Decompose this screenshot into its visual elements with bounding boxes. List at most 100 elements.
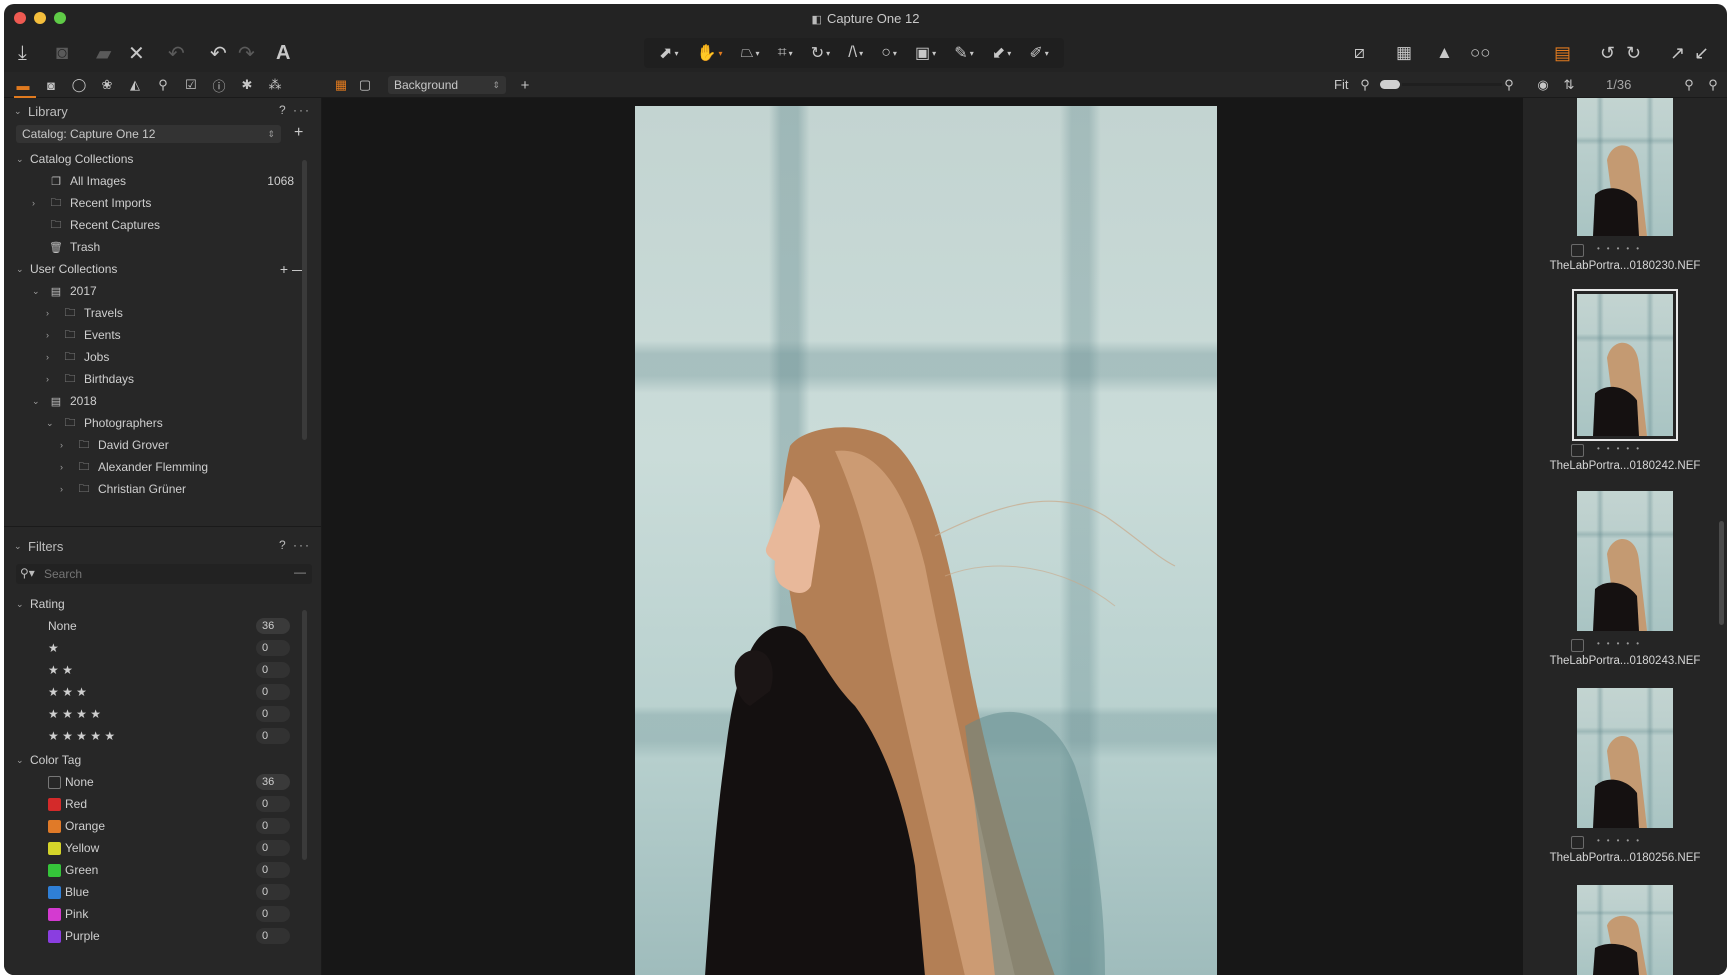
zoom-browser-icon[interactable]: ⚲	[1704, 76, 1722, 94]
thumbnail-image[interactable]	[1577, 98, 1673, 236]
user-collection-item[interactable]: › 🗀 David Grover	[60, 434, 294, 456]
collapse-icon[interactable]: ↙	[1694, 40, 1709, 66]
user-collection-item[interactable]: › 🗀 Birthdays	[46, 368, 294, 390]
chevron-right-icon[interactable]: ›	[46, 308, 62, 318]
zoom-slider-track[interactable]	[1402, 83, 1502, 86]
delete-icon[interactable]: ✕	[128, 40, 145, 66]
library-header[interactable]: ⌄ Library ? ···	[4, 100, 321, 122]
rating-filter-item[interactable]: ★ ★ 0	[48, 659, 294, 681]
filter-count[interactable]: 0	[256, 884, 290, 900]
batch-tab[interactable]: ⁂	[266, 76, 284, 94]
color-tag-filter-item[interactable]: None 36	[48, 771, 294, 793]
color-tag-filter-item[interactable]: Blue 0	[48, 881, 294, 903]
catalog-collection-item[interactable]: 🗑 Trash	[32, 236, 294, 258]
search-options-icon[interactable]: —	[294, 565, 306, 579]
text-icon[interactable]: A	[276, 40, 290, 66]
rating-filter-item[interactable]: ★ ★ ★ ★ ★ 0	[48, 725, 294, 747]
rating-filter-item[interactable]: ★ ★ ★ ★ 0	[48, 703, 294, 725]
chevron-right-icon[interactable]: ›	[46, 374, 62, 384]
filter-count[interactable]: 36	[256, 618, 290, 634]
lens-tab[interactable]: ◯	[70, 76, 88, 94]
rating-filter-item[interactable]: ★ 0	[48, 637, 294, 659]
keystone-tool[interactable]: ⏢ ▾	[741, 44, 760, 62]
filter-count[interactable]: 0	[256, 662, 290, 678]
zoom-in-icon[interactable]: ⚲	[1500, 76, 1518, 94]
brush-tool[interactable]: ✎ ▾	[954, 43, 973, 63]
thumbnail-image[interactable]	[1577, 885, 1673, 975]
user-collection-item[interactable]: › 🗀 Christian Grüner	[60, 478, 294, 500]
catalog-collection-item[interactable]: ❐ All Images 1068	[32, 170, 294, 192]
catalog-collection-item[interactable]: 🗀 Recent Captures	[32, 214, 294, 236]
pan-tool[interactable]: ✋ ▾	[697, 43, 723, 63]
browser-scrollbar[interactable]	[1719, 521, 1724, 625]
variants-icon[interactable]: ▤	[1554, 40, 1571, 66]
filter-count[interactable]: 0	[256, 684, 290, 700]
proof-icon[interactable]: ○○	[1470, 40, 1491, 66]
thumbnail-checkbox[interactable]	[1571, 244, 1584, 257]
rotate-right-icon[interactable]: ↻	[1626, 40, 1641, 66]
thumbnail-image[interactable]	[1577, 688, 1673, 828]
straighten-tool[interactable]: /\ ▾	[848, 44, 863, 62]
chevron-down-icon[interactable]: ⌄	[32, 396, 48, 407]
user-collection-item[interactable]: ⌄ ▤ 2017	[32, 280, 294, 302]
user-collection-item[interactable]: › 🗀 Alexander Flemming	[60, 456, 294, 478]
thumbnail-checkbox[interactable]	[1571, 444, 1584, 457]
filters-scrollbar[interactable]	[302, 610, 307, 860]
color-tag-filter-item[interactable]: Orange 0	[48, 815, 294, 837]
chevron-right-icon[interactable]: ›	[46, 330, 62, 340]
filters-header[interactable]: ⌄ Filters ? ···	[4, 535, 321, 557]
thumbnail-checkbox[interactable]	[1571, 639, 1584, 652]
undo-history-icon[interactable]: ↶	[168, 40, 185, 66]
color-tag-filter-item[interactable]: Pink 0	[48, 903, 294, 925]
color-tag-header[interactable]: ⌄ Color Tag	[16, 749, 306, 771]
more-icon[interactable]: ···	[293, 103, 311, 117]
more-icon[interactable]: ···	[293, 538, 311, 552]
mask-tool[interactable]: ▣ ▾	[915, 43, 936, 63]
user-collection-item[interactable]: › 🗀 Travels	[46, 302, 294, 324]
filter-count[interactable]: 0	[256, 728, 290, 744]
thumbnail-checkbox[interactable]	[1571, 836, 1584, 849]
help-icon[interactable]: ?	[279, 103, 288, 117]
color-tag-filter-item[interactable]: Green 0	[48, 859, 294, 881]
library-scrollbar[interactable]	[302, 160, 307, 440]
exposure-tab[interactable]: ◭	[126, 76, 144, 94]
chevron-right-icon[interactable]: ›	[46, 352, 62, 362]
chevron-down-icon[interactable]: ⌄	[32, 286, 48, 297]
thumbnail-image[interactable]	[1572, 289, 1678, 441]
color-tab[interactable]: ❀	[98, 76, 116, 94]
eraser-tool[interactable]: ✐ ▾	[1029, 43, 1048, 63]
capture-tab[interactable]: ◙	[42, 76, 60, 94]
chevron-right-icon[interactable]: ›	[60, 462, 76, 472]
sort-icon[interactable]: ⇅	[1560, 76, 1578, 94]
crop-tool[interactable]: ⌗ ▾	[778, 44, 793, 62]
rating-dots[interactable]: •••••	[1597, 244, 1646, 253]
layer-select[interactable]: Background ⇕	[388, 76, 506, 94]
user-collections-header[interactable]: ⌄ User Collections + —	[16, 258, 306, 280]
color-tag-filter-item[interactable]: Purple 0	[48, 925, 294, 947]
rating-dots[interactable]: •••••	[1597, 444, 1646, 453]
catalog-collection-item[interactable]: › 🗀 Recent Imports	[32, 192, 294, 214]
user-collection-item[interactable]: › 🗀 Events	[46, 324, 294, 346]
rating-dots[interactable]: •••••	[1597, 639, 1646, 648]
filter-count[interactable]: 0	[256, 796, 290, 812]
user-collection-item[interactable]: ⌄ 🗀 Photographers	[46, 412, 294, 434]
filter-count[interactable]: 0	[256, 862, 290, 878]
filter-count[interactable]: 0	[256, 640, 290, 656]
rotate-tool[interactable]: ↻ ▾	[811, 43, 830, 63]
user-collection-item[interactable]: › 🗀 Jobs	[46, 346, 294, 368]
metadata-tab[interactable]: ⓘ	[210, 76, 228, 94]
search-icon[interactable]: ⚲	[1680, 76, 1698, 94]
thumbnail-image[interactable]	[1577, 491, 1673, 631]
image-viewer[interactable]	[322, 98, 1523, 975]
color-tag-filter-item[interactable]: Red 0	[48, 793, 294, 815]
rating-header[interactable]: ⌄ Rating	[16, 593, 306, 615]
add-layer-button[interactable]: +	[516, 76, 534, 94]
user-collection-item[interactable]: ⌄ ▤ 2018	[32, 390, 294, 412]
filter-count[interactable]: 0	[256, 706, 290, 722]
exposure-warning-icon[interactable]: ▲	[1436, 40, 1453, 66]
catalog-select[interactable]: Catalog: Capture One 12 ⇕	[16, 125, 281, 143]
output-tab[interactable]: ✱	[238, 76, 256, 94]
filter-count[interactable]: 0	[256, 840, 290, 856]
filter-count[interactable]: 0	[256, 928, 290, 944]
filter-search-input[interactable]	[44, 566, 284, 582]
